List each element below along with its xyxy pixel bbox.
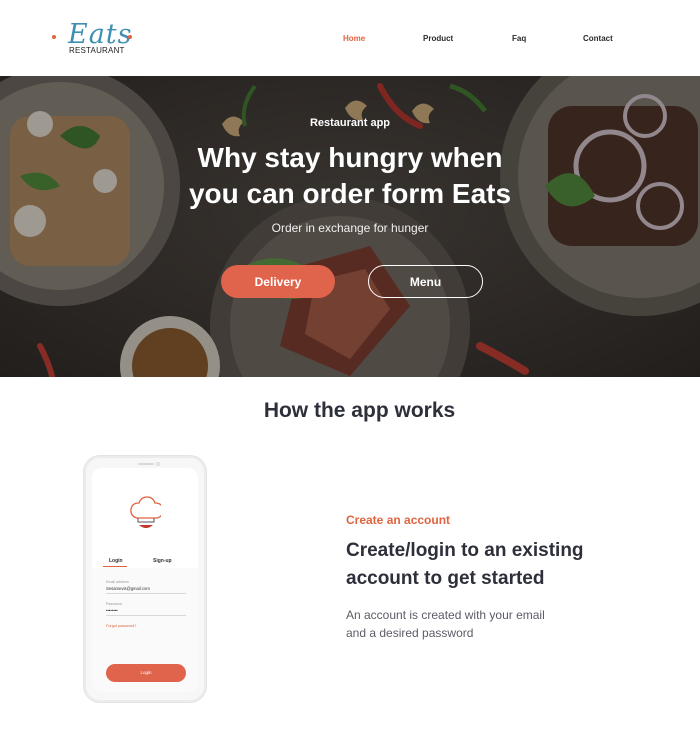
nav-product[interactable]: Product bbox=[423, 34, 453, 43]
site-header: Eats RESTAURANT Home Product Faq Contact bbox=[0, 0, 700, 76]
section-title: How the app works bbox=[263, 399, 456, 422]
phone-login-button[interactable]: Login bbox=[106, 664, 186, 682]
nav-contact[interactable]: Contact bbox=[583, 34, 613, 43]
forgot-password-link[interactable]: Forgot password? bbox=[106, 624, 136, 628]
chef-hat-icon bbox=[130, 496, 161, 528]
hero-title-line2: you can order form Eats bbox=[188, 178, 512, 209]
tab-active-underline bbox=[103, 566, 127, 567]
phone-speaker bbox=[138, 463, 154, 465]
nav-home[interactable]: Home bbox=[343, 34, 365, 43]
tab-signup[interactable]: Sign-up bbox=[153, 558, 172, 564]
logo[interactable]: Eats RESTAURANT bbox=[52, 20, 136, 60]
step-desc-line2: and a desired password bbox=[346, 626, 474, 640]
phone-mockup: Login Sign-up Email address Sesamevis@gm… bbox=[84, 456, 206, 702]
email-label: Email address bbox=[106, 580, 129, 584]
app-header bbox=[92, 468, 198, 554]
step-title-line1: Create/login to an existing bbox=[346, 540, 584, 561]
step-description: An account is created with your email an… bbox=[346, 606, 596, 642]
nav-faq[interactable]: Faq bbox=[512, 34, 526, 43]
phone-screen: Login Sign-up Email address Sesamevis@gm… bbox=[92, 468, 198, 692]
step-title: Create/login to an existing account to g… bbox=[346, 537, 646, 593]
logo-subtitle: RESTAURANT bbox=[69, 46, 125, 55]
delivery-button[interactable]: Delivery bbox=[221, 265, 335, 298]
hero-title: Why stay hungry when you can order form … bbox=[0, 140, 700, 212]
hero-subtitle: Order in exchange for hunger bbox=[271, 221, 429, 235]
password-field[interactable]: •••••••• bbox=[106, 608, 118, 613]
email-field[interactable]: Sesamevis@gmail.com bbox=[106, 586, 150, 591]
step-title-line2: account to get started bbox=[346, 568, 545, 589]
auth-tabs: Login Sign-up bbox=[92, 554, 198, 568]
hero-kicker: Restaurant app bbox=[309, 117, 391, 129]
password-underline bbox=[106, 615, 186, 616]
menu-button[interactable]: Menu bbox=[368, 265, 483, 298]
tab-login[interactable]: Login bbox=[109, 558, 123, 564]
phone-camera bbox=[156, 462, 160, 466]
step-desc-line1: An account is created with your email bbox=[346, 608, 545, 622]
email-underline bbox=[106, 593, 186, 594]
logo-dot-right bbox=[128, 35, 132, 39]
step-kicker: Create an account bbox=[346, 513, 451, 527]
hero-title-line1: Why stay hungry when bbox=[197, 142, 503, 173]
hero-section: Restaurant app Why stay hungry when you … bbox=[0, 76, 700, 377]
password-label: Password bbox=[106, 602, 122, 606]
logo-dot-left bbox=[52, 35, 56, 39]
